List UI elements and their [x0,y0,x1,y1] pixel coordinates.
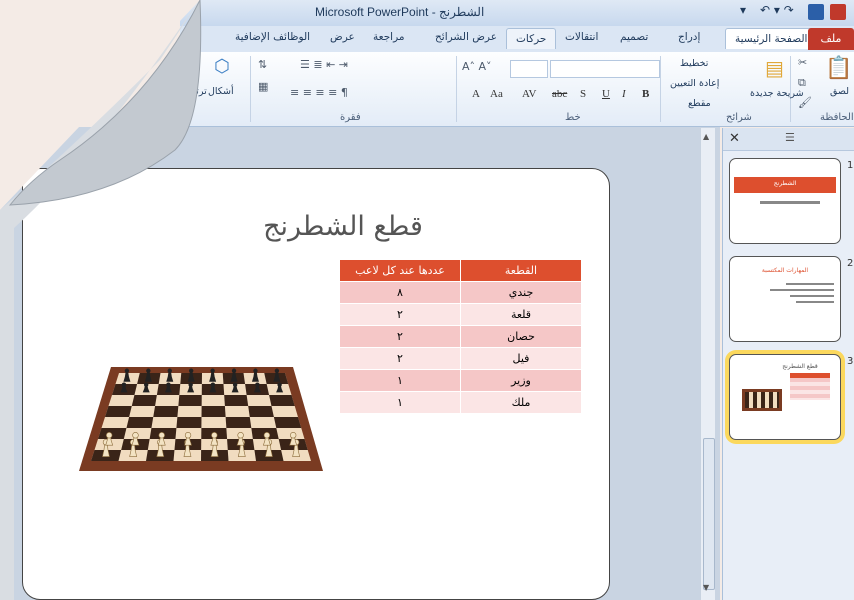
tab-insert[interactable]: إدراج [678,31,700,43]
slides-group-label: شرائح [726,112,752,123]
table-cell: ٨ [339,281,461,304]
tab-home[interactable]: الصفحة الرئيسية [725,28,818,49]
ribbon: 📋 لصق ✂ ⧉ 🖌 الحافظة ▤ شريحة جديدة تخطيط … [180,52,854,127]
vertical-scrollbar[interactable]: ▲ ▼ [700,128,715,600]
outline-tab-icon[interactable]: ☰ [785,131,795,144]
tab-animations[interactable]: حركات [506,28,557,49]
table-row: ملك ١ [339,391,582,414]
thumb-number-2: 2 [847,258,854,269]
slide-thumbnail-3[interactable]: قطع الشطرنج [729,354,841,440]
scroll-up-icon[interactable]: ▲ [703,132,709,141]
thumb-3-title: قطع الشطرنج [782,363,818,370]
clipboard-group-label: الحافظة [820,112,854,123]
table-row: فيل ٢ [339,347,582,370]
close-panel-icon[interactable]: ✕ [729,131,740,146]
current-slide[interactable]: قطع الشطرنج القطعة عددها عند كل لاعب جند… [22,168,610,600]
shadow-button[interactable]: S [580,88,586,100]
title-bar: Microsoft PowerPoint - الشطرنج ↶ ▾ ↷ ▾ [180,0,854,27]
tab-addins[interactable]: الوظائف الإضافية [235,31,310,43]
scroll-down-icon[interactable]: ▼ [703,583,709,592]
smartart-icon[interactable]: ▦ [258,80,268,93]
char-spacing-button[interactable]: AV [522,88,536,100]
table-cell: ٢ [339,347,461,370]
slides-panel: ✕ ☰ الشطرنج 1 المهارات المكتسبة 2 قطع ال… [722,128,854,600]
table-row: جندي ٨ [339,281,582,304]
tab-slideshow[interactable]: عرض الشرائح [435,31,497,43]
thumb-2-title: المهارات المكتسبة [761,267,809,274]
chessboard-image[interactable] [79,337,323,471]
grow-shrink-font-icon[interactable]: A˄ A˅ [462,60,492,73]
slide-thumbnail-2[interactable]: المهارات المكتسبة [729,256,841,342]
table-cell: وزير [460,369,582,392]
table-cell: ٢ [339,303,461,326]
thumb-number-3: 3 [847,356,854,367]
quick-access-dropdown-icon[interactable]: ▾ [740,3,746,21]
slide-title[interactable]: قطع الشطرنج [223,211,463,242]
window-title: Microsoft PowerPoint - الشطرنج [315,5,485,19]
change-case-button[interactable]: Aa [490,88,503,100]
tab-file[interactable]: ملف [808,28,854,50]
thumb-1-title: الشطرنج [773,180,797,187]
panel-header: ✕ ☰ [723,128,854,151]
cut-icon[interactable]: ✂ [798,56,807,69]
app-logo-icon [830,4,846,20]
tab-review[interactable]: مراجعة [373,31,405,43]
shapes-icon[interactable]: ⬡ [214,56,230,77]
table-cell: ١ [339,391,461,414]
section-button[interactable]: مقطع [688,98,711,109]
ribbon-tabs: الصفحة الرئيسية إدراج تصميم انتقالات حرك… [180,26,854,52]
new-slide-label[interactable]: شريحة جديدة [750,88,804,99]
table-row: قلعة ٢ [339,303,582,326]
italic-button[interactable]: I [622,88,626,100]
group-separator [456,56,457,122]
align-icon[interactable]: ≡ ≡ ≡ ≡ ¶ [290,86,348,99]
scrollbar-thumb[interactable] [703,438,715,590]
table-cell: ملك [460,391,582,414]
table-cell: جندي [460,281,582,304]
reset-button[interactable]: إعادة التعيين [670,78,719,89]
new-slide-icon[interactable]: ▤ [765,56,784,80]
table-header-piece: القطعة [460,259,582,282]
table-cell: حصان [460,325,582,348]
thumb-number-1: 1 [847,160,854,171]
strikethrough-button[interactable]: abc [552,88,567,100]
bold-button[interactable]: B [642,88,649,100]
text-direction-icon[interactable]: ⇅ [258,58,267,71]
save-icon[interactable] [808,4,824,20]
layout-button[interactable]: تخطيط [680,58,708,69]
font-group-label: خط [565,112,581,123]
font-color-button[interactable]: A [472,88,480,100]
tab-design[interactable]: تصميم [620,31,648,43]
shapes-label[interactable]: أشكال [208,86,234,97]
arrange-label[interactable]: ترتيب [184,86,207,97]
paste-icon[interactable]: 📋 [825,56,852,81]
powerpoint-window: Microsoft PowerPoint - الشطرنج ↶ ▾ ↷ ▾ ا… [0,0,854,600]
paste-label[interactable]: لصق [830,86,849,97]
underline-button[interactable]: U [602,88,610,100]
tab-transitions[interactable]: انتقالات [565,31,598,43]
slide-thumbnail-1[interactable]: الشطرنج [729,158,841,244]
font-size-combo[interactable] [510,60,548,78]
table-row: حصان ٢ [339,325,582,348]
paragraph-group-label: فقرة [340,112,361,123]
chess-pieces-table[interactable]: القطعة عددها عند كل لاعب جندي ٨ قلعة ٢ حصا… [339,259,582,414]
table-cell: فيل [460,347,582,370]
table-cell: ٢ [339,325,461,348]
tab-view[interactable]: عرض [330,31,355,43]
table-cell: قلعة [460,303,582,326]
table-row: وزير ١ [339,369,582,392]
undo-icon[interactable]: ↶ ▾ ↷ [760,3,794,21]
group-separator [250,56,251,122]
bullets-icon[interactable]: ☰ ≣ ⇤ ⇥ [300,58,348,71]
table-header-count: عددها عند كل لاعب [339,259,461,282]
table-cell: ١ [339,369,461,392]
group-separator [660,56,661,122]
font-name-combo[interactable] [550,60,660,78]
